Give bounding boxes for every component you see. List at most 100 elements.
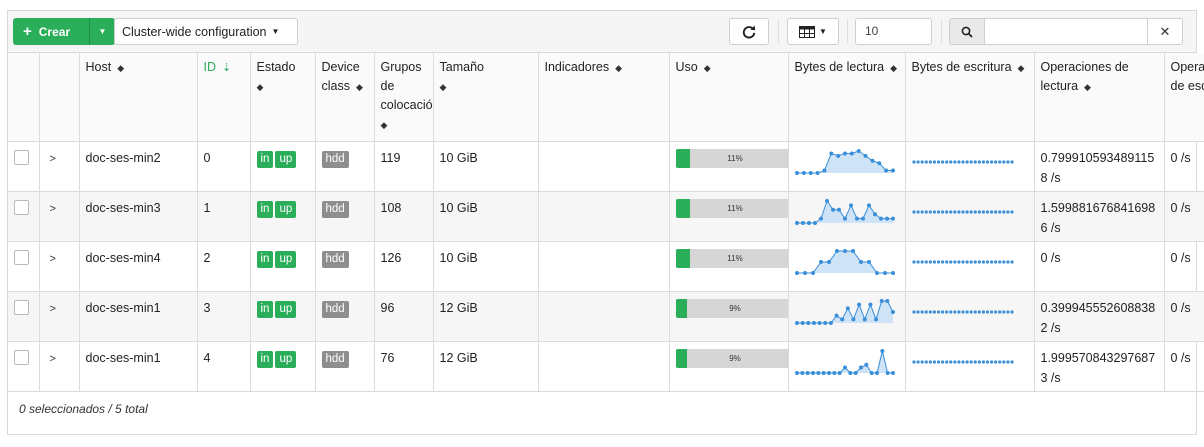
sparkline-point [985,159,989,164]
column-header-uso[interactable]: Uso ◆ [668,53,789,142]
cluster-config-dropdown[interactable]: Cluster-wide configuration ▼ [114,18,298,45]
sparkline-point [802,270,807,275]
select-checkbox[interactable] [8,340,40,392]
sparkline-point [850,248,855,253]
column-header-tamano[interactable]: Tamaño ◆ [432,53,539,142]
chevron-right-icon[interactable]: > [50,299,56,319]
sparkline-point [878,216,883,221]
host-cell: doc-ses-min3 [78,190,198,242]
sparkline-point [989,159,993,164]
size-cell: 12 GiB [432,340,539,392]
sparkline-point [936,359,940,364]
table-row[interactable]: > doc-ses-min4 2 in up hdd 126 10 GiB 11% 0 /s 0 /… [8,240,1204,292]
column-header-grupos[interactable]: Grupos de colocación◆ [373,53,434,142]
sort-icon: ◆ [380,120,388,130]
write-ops-cell: 0 /s [1163,140,1204,192]
host-name: doc-ses-min3 [85,200,161,215]
create-dropdown-toggle[interactable]: ▼ [89,18,115,45]
select-checkbox[interactable] [8,140,40,192]
row-expander[interactable]: > [38,190,80,242]
chevron-right-icon[interactable]: > [50,249,56,269]
table-row[interactable]: > doc-ses-min1 3 in up hdd 96 12 GiB 9% 0.3999455… [8,290,1204,342]
column-header-id[interactable]: ID ⇣ [196,53,251,142]
column-header-bytes-lectura[interactable]: Bytes de lectura ◆ [787,53,906,142]
host-cell: doc-ses-min1 [78,340,198,392]
chevron-right-icon[interactable]: > [50,149,56,169]
sparkline-point [960,359,965,364]
sparkline-point [858,259,863,264]
chevron-right-icon[interactable]: > [50,199,56,219]
select-checkbox[interactable] [8,240,40,292]
select-all-header[interactable] [8,53,40,142]
flags-cell [537,240,670,292]
column-header-bytes-escritura[interactable]: Bytes de escritura ◆ [904,53,1035,142]
sparkline-point [920,309,924,314]
sparkline-point [1005,209,1010,214]
row-expander[interactable]: > [38,240,80,292]
column-header-ops-escritura[interactable]: Operaciones de escritura◆ [1163,53,1204,142]
row-checkbox[interactable] [14,199,29,215]
row-checkbox[interactable] [14,249,29,265]
chevron-right-icon[interactable]: > [50,349,56,369]
column-selector-button[interactable]: ▼ [787,18,839,45]
column-header-estado[interactable]: Estado ◆ [249,53,316,142]
sparkline-point [862,316,867,321]
status-badge-up: up [275,350,297,368]
usage-cell: 9% [668,290,789,342]
caret-down-icon: ▼ [271,27,280,36]
sparkline-point [879,348,884,353]
sparkline-point [969,309,973,314]
sparkline-point [989,259,993,264]
row-checkbox[interactable] [14,149,29,165]
row-checkbox[interactable] [14,349,29,365]
status-cell: in up [249,340,316,392]
column-header-device-class[interactable]: Device class ◆ [314,53,375,142]
sparkline-point [940,359,944,364]
sparkline-point [911,259,916,264]
column-header-host[interactable]: Host ◆ [78,53,198,142]
select-checkbox[interactable] [8,190,40,242]
sparkline-point [911,159,916,164]
search-input[interactable] [984,18,1148,45]
row-expander[interactable]: > [38,340,80,392]
sparkline-point [879,298,884,303]
sparkline-point [874,270,879,275]
sparkline-point [985,359,989,364]
row-expander[interactable]: > [38,140,80,192]
sparkline-point [794,220,799,225]
refresh-icon [742,25,756,39]
column-header-ops-lectura[interactable]: Operaciones de lectura ◆ [1033,53,1165,142]
create-button[interactable]: + Crear ▼ [13,18,115,45]
table-row[interactable]: > doc-ses-min1 4 in up hdd 76 12 GiB 9% 1.9995708… [8,340,1204,392]
osd-size: 12 GiB [439,350,478,365]
toolbar-divider [847,20,848,43]
flags-cell [537,190,670,242]
sparkline-point [924,309,928,314]
sparkline-point [915,309,920,314]
row-checkbox[interactable] [14,299,29,315]
sparkline-point [842,216,847,221]
select-checkbox[interactable] [8,290,40,342]
sparkline-point [964,259,969,264]
clear-search-button[interactable]: ✕ [1147,18,1183,45]
sparkline-point [837,370,842,375]
table-row[interactable]: > doc-ses-min3 1 in up hdd 108 10 GiB 11% 1.59988… [8,190,1204,242]
sparkline-point [952,359,956,364]
table-row[interactable]: > doc-ses-min2 0 in up hdd 119 10 GiB 11% 0.79991… [8,140,1204,192]
read-bytes-sparkline [794,348,895,375]
status-badge-in: in [256,250,274,268]
column-header-indicadores[interactable]: Indicadores ◆ [537,53,670,142]
sparkline-point [836,207,841,212]
status-cell: in up [249,190,316,242]
refresh-button[interactable] [729,18,769,45]
sparkline-point [890,309,895,314]
status-badge-up: up [275,200,297,218]
sparkline-point [848,202,853,207]
row-expander[interactable]: > [38,290,80,342]
status-badge-up: up [275,150,297,168]
sparkline-point [952,209,956,214]
pgs-cell: 76 [373,340,434,392]
sparkline-point [981,259,985,264]
page-size-input[interactable]: 10 [855,18,932,45]
placement-groups: 108 [380,200,402,215]
